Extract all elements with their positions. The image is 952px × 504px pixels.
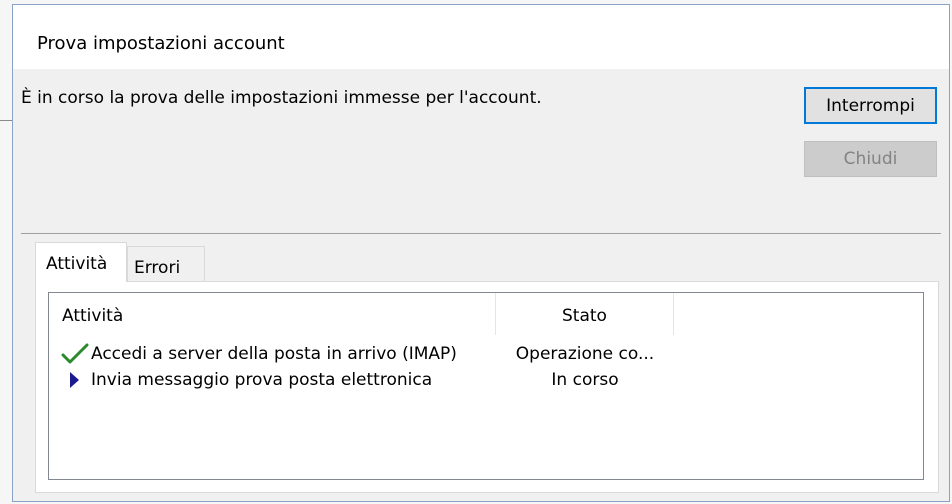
close-button[interactable]: Chiudi	[804, 141, 937, 177]
column-header-activity[interactable]: Attività	[49, 293, 496, 335]
row-activity-cell: Accedi a server della posta in arrivo (I…	[61, 341, 457, 367]
column-header-status-label: Stato	[562, 306, 607, 326]
tab-activity-label: Attività	[46, 254, 108, 274]
tasks-list[interactable]: Attività Stato Accedi a server della pos…	[48, 292, 924, 480]
tab-errors[interactable]: Errori	[127, 246, 205, 281]
column-header-status[interactable]: Stato	[496, 293, 674, 335]
checkmark-icon	[61, 341, 91, 367]
status-message: È in corso la prova delle impostazioni i…	[21, 88, 542, 108]
tab-activity[interactable]: Attività	[35, 242, 127, 282]
dialog-titlebar: Prova impostazioni account	[13, 5, 949, 69]
row-activity-label: Accedi a server della posta in arrivo (I…	[91, 344, 457, 364]
row-activity-label: Invia messaggio prova posta elettronica	[91, 370, 433, 390]
table-row[interactable]: Invia messaggio prova posta elettronica …	[49, 367, 923, 393]
background-divider	[0, 120, 12, 121]
tab-panel-activity: Attività Stato Accedi a server della pos…	[35, 281, 939, 493]
test-account-settings-dialog: Prova impostazioni account È in corso la…	[12, 4, 950, 502]
separator-line	[21, 233, 941, 234]
table-row[interactable]: Accedi a server della posta in arrivo (I…	[49, 341, 923, 367]
play-arrow-icon	[61, 367, 91, 393]
column-header-activity-label: Attività	[62, 306, 124, 326]
dialog-title: Prova impostazioni account	[37, 33, 285, 54]
row-activity-cell: Invia messaggio prova posta elettronica	[61, 367, 432, 393]
row-status-label: Operazione co...	[515, 344, 655, 364]
stop-button[interactable]: Interrompi	[804, 87, 937, 124]
row-status-label: In corso	[551, 370, 619, 390]
tab-errors-label: Errori	[134, 258, 181, 278]
